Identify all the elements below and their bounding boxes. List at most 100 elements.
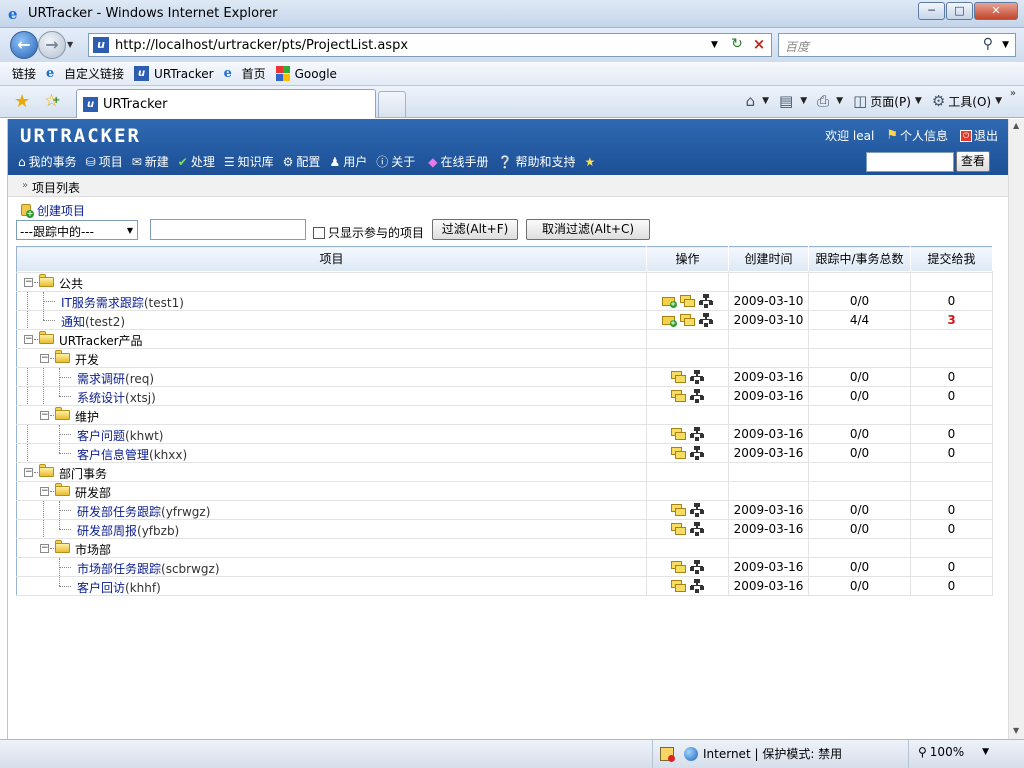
column-header-created[interactable]: 创建时间 (728, 246, 809, 271)
column-header-actions[interactable]: 操作 (646, 246, 729, 271)
submitted-count[interactable]: 3 (910, 310, 993, 330)
group-label[interactable]: 研发部 (75, 484, 111, 500)
group-label[interactable]: URTracker产品 (59, 332, 143, 348)
only-mine-checkbox[interactable]: 只显示参与的项目 (313, 224, 424, 241)
new-issue-icon[interactable]: + (661, 313, 678, 327)
history-dropdown-icon[interactable]: ▼ (67, 40, 73, 49)
project-link[interactable]: 研发部任务跟踪(yfrwgz) (77, 503, 210, 519)
issue-list-icon[interactable] (670, 560, 687, 574)
project-structure-icon[interactable] (698, 294, 714, 308)
address-bar[interactable]: u http://localhost/urtracker/pts/Project… (88, 33, 772, 57)
header-search-button[interactable]: 查看 (956, 151, 990, 172)
issue-list-icon[interactable] (670, 389, 687, 403)
issue-list-icon[interactable] (679, 294, 696, 308)
tracking-filter-select[interactable]: ---跟踪中的--- ▼ (16, 220, 138, 240)
address-url[interactable]: http://localhost/urtracker/pts/ProjectLi… (115, 38, 408, 53)
close-window-button[interactable]: ✕ (974, 2, 1018, 20)
group-label[interactable]: 市场部 (75, 541, 111, 557)
new-issue-icon[interactable]: + (661, 294, 678, 308)
vertical-scrollbar[interactable]: ▲ ▼ (1008, 119, 1024, 739)
issue-list-icon[interactable] (670, 579, 687, 593)
logout-link[interactable]: 退出 (974, 127, 998, 144)
minimize-button[interactable]: ─ (918, 2, 945, 20)
scroll-up-icon[interactable]: ▲ (1013, 121, 1019, 130)
menu-process[interactable]: ✔ 处理 (178, 153, 215, 170)
menu-favorite[interactable]: ★ (584, 155, 598, 169)
collapse-toggle-icon[interactable]: − (40, 354, 49, 363)
search-box[interactable]: 百度 ⚲ ▼ (778, 33, 1016, 57)
column-header-submitted[interactable]: 提交给我 (910, 246, 993, 271)
issue-list-icon[interactable] (670, 427, 687, 441)
menu-manual[interactable]: ◆ 在线手册 (428, 153, 488, 170)
project-structure-icon[interactable] (698, 313, 714, 327)
header-search-input[interactable] (866, 152, 954, 172)
group-label[interactable]: 维护 (75, 408, 99, 424)
collapse-toggle-icon[interactable]: − (40, 411, 49, 420)
link-urtracker[interactable]: u URTracker (134, 66, 214, 81)
issue-list-icon[interactable] (670, 522, 687, 536)
issue-list-icon[interactable] (679, 313, 696, 327)
project-structure-icon[interactable] (689, 427, 705, 441)
zoom-control[interactable]: ⚲ 100% ▼ (918, 745, 989, 759)
project-structure-icon[interactable] (689, 370, 705, 384)
create-project-link[interactable]: + 创建项目 (20, 202, 85, 219)
project-link[interactable]: 客户回访(khhf) (77, 579, 161, 595)
add-favorite-icon[interactable]: ☆ + (44, 91, 60, 111)
home-command[interactable]: ⌂ ▼ (746, 92, 769, 110)
project-link[interactable]: 通知(test2) (61, 313, 125, 329)
link-google[interactable]: Google (275, 66, 337, 81)
collapse-toggle-icon[interactable]: − (40, 487, 49, 496)
stop-icon[interactable]: × (749, 35, 769, 53)
refresh-icon[interactable]: ↻ (727, 36, 747, 52)
tools-menu[interactable]: ⚙ 工具(O) ▼ (932, 92, 1002, 110)
favorites-star-icon[interactable]: ★ (14, 91, 30, 112)
column-header-project[interactable]: 项目 (16, 246, 647, 271)
project-structure-icon[interactable] (689, 522, 705, 536)
project-link[interactable]: 市场部任务跟踪(scbrwgz) (77, 560, 220, 576)
checkbox-box[interactable] (313, 226, 325, 239)
menu-my-issues[interactable]: ⌂ 我的事务 (18, 153, 77, 170)
project-link[interactable]: 需求调研(req) (77, 370, 154, 386)
menu-new[interactable]: ✉ 新建 (132, 153, 169, 170)
group-label[interactable]: 部门事务 (59, 465, 107, 481)
project-structure-icon[interactable] (689, 446, 705, 460)
menu-knowledge[interactable]: ☰ 知识库 (224, 153, 274, 170)
menu-help[interactable]: ❔ 帮助和支持 (498, 153, 576, 170)
collapse-toggle-icon[interactable]: − (24, 468, 33, 477)
issue-list-icon[interactable] (670, 503, 687, 517)
issue-list-icon[interactable] (670, 446, 687, 460)
issue-list-icon[interactable] (670, 370, 687, 384)
filter-text-input[interactable] (150, 219, 306, 240)
menu-users[interactable]: ♟ 用户 (329, 153, 367, 170)
brand-logo[interactable]: URTRACKER (20, 125, 141, 147)
project-link[interactable]: IT服务需求跟踪(test1) (61, 294, 184, 310)
print-command[interactable]: ⎙ ▼ (817, 92, 843, 110)
maximize-button[interactable]: □ (946, 2, 973, 20)
back-button[interactable]: ← (10, 31, 38, 59)
project-link[interactable]: 客户问题(khwt) (77, 427, 163, 443)
tab-urtracker[interactable]: u URTracker (76, 89, 376, 118)
profile-link[interactable]: 个人信息 (900, 127, 948, 144)
new-tab-button[interactable] (378, 91, 406, 117)
link-custom[interactable]: e 自定义链接 (46, 65, 124, 82)
group-label[interactable]: 公共 (59, 275, 83, 291)
menu-config[interactable]: ⚙ 配置 (283, 153, 321, 170)
link-home[interactable]: e 首页 (224, 65, 266, 82)
collapse-toggle-icon[interactable]: − (24, 335, 33, 344)
cancel-filter-button[interactable]: 取消过滤(Alt+C) (526, 219, 650, 240)
collapse-toggle-icon[interactable]: − (40, 544, 49, 553)
menu-projects[interactable]: ⛁ 项目 (86, 153, 123, 170)
search-dropdown-icon[interactable]: ▼ (1002, 40, 1009, 50)
project-structure-icon[interactable] (689, 503, 705, 517)
project-link[interactable]: 客户信息管理(khxx) (77, 446, 187, 462)
project-link[interactable]: 系统设计(xtsj) (77, 389, 156, 405)
group-label[interactable]: 开发 (75, 351, 99, 367)
column-header-tracking[interactable]: 跟踪中/事务总数 (808, 246, 911, 271)
project-structure-icon[interactable] (689, 579, 705, 593)
filter-button[interactable]: 过滤(Alt+F) (432, 219, 518, 240)
feeds-command[interactable]: ▤ ▼ (779, 92, 807, 110)
forward-button[interactable]: → (38, 31, 66, 59)
project-structure-icon[interactable] (689, 389, 705, 403)
chevron-more-icon[interactable]: » (1010, 88, 1016, 99)
project-structure-icon[interactable] (689, 560, 705, 574)
